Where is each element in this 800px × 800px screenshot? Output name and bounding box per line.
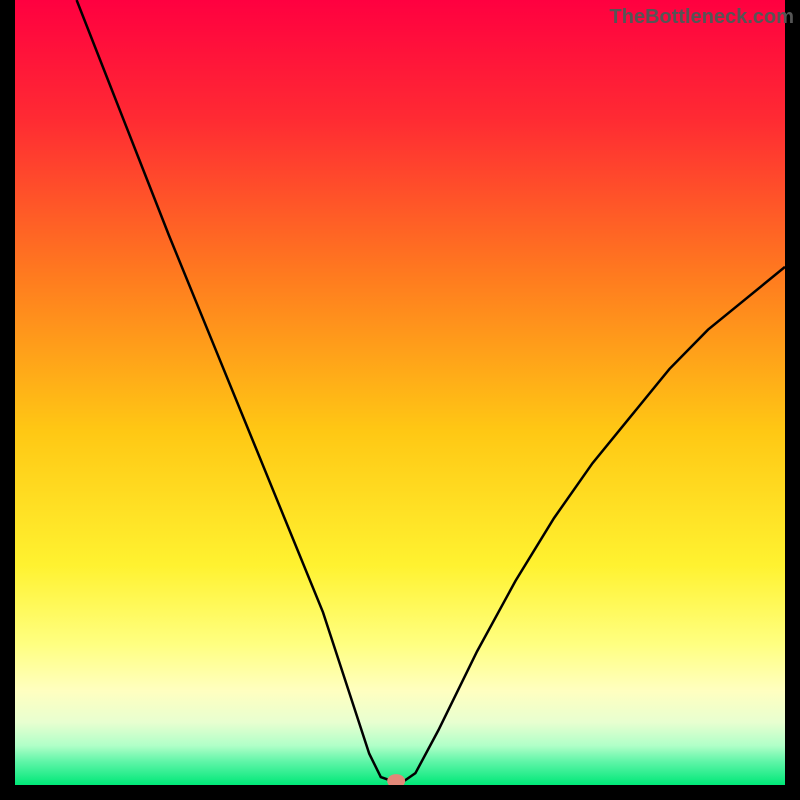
- chart-area: [15, 0, 785, 785]
- bottleneck-chart: [15, 0, 785, 785]
- gradient-background: [15, 0, 785, 785]
- watermark-text: TheBottleneck.com: [610, 6, 794, 29]
